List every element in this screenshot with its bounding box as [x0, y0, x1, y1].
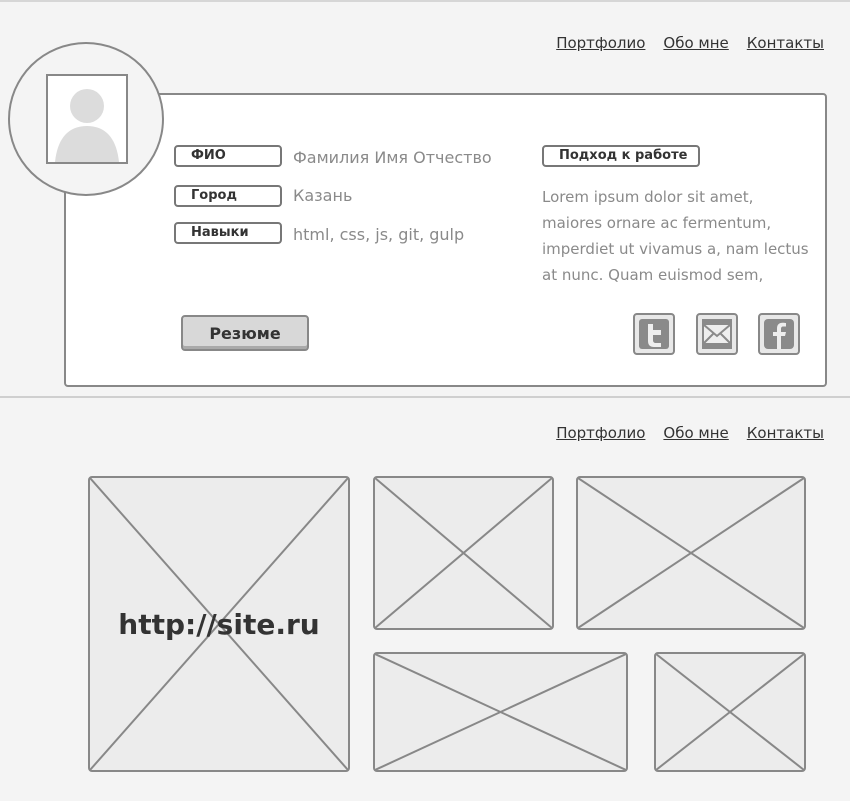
field-label-skills: Навыки [174, 222, 282, 244]
nav-contacts-link[interactable]: Контакты [747, 424, 824, 442]
nav-about-link[interactable]: Обо мне [663, 424, 728, 442]
field-label-city: Город [174, 185, 282, 207]
top-border [0, 0, 850, 2]
facebook-icon [764, 319, 794, 349]
nav-about-link[interactable]: Обо мне [663, 34, 728, 52]
image-placeholder-icon [375, 478, 552, 628]
user-silhouette-icon [55, 89, 119, 162]
portfolio-image[interactable] [654, 652, 806, 772]
twitter-icon [639, 319, 669, 349]
mail-icon [702, 319, 732, 349]
field-label-fio: ФИО [174, 145, 282, 167]
top-nav: Портфолио Обо мне Контакты [556, 34, 824, 52]
section-divider [0, 396, 850, 398]
field-value-city: Казань [293, 186, 353, 205]
approach-text: Lorem ipsum dolor sit amet, maiores orna… [542, 188, 809, 284]
avatar-image [46, 74, 128, 164]
bottom-nav: Портфолио Обо мне Контакты [556, 424, 824, 442]
image-placeholder-icon [656, 654, 804, 770]
resume-button[interactable]: Резюме [181, 315, 309, 351]
field-value-fio: Фамилия Имя Отчество [293, 148, 492, 167]
image-placeholder-icon [375, 654, 626, 770]
site-url: http://site.ru [118, 608, 320, 641]
nav-portfolio-link[interactable]: Портфолио [556, 424, 645, 442]
image-placeholder-icon [578, 478, 804, 628]
twitter-button[interactable] [633, 313, 675, 355]
portfolio-image[interactable] [373, 476, 554, 630]
approach-label: Подход к работе [542, 145, 700, 167]
facebook-button[interactable] [758, 313, 800, 355]
nav-portfolio-link[interactable]: Портфолио [556, 34, 645, 52]
portfolio-image[interactable] [373, 652, 628, 772]
portfolio-image[interactable] [576, 476, 806, 630]
mail-button[interactable] [696, 313, 738, 355]
field-value-skills: html, css, js, git, gulp [293, 225, 465, 244]
nav-contacts-link[interactable]: Контакты [747, 34, 824, 52]
portfolio-image-large[interactable]: http://site.ru [88, 476, 350, 772]
